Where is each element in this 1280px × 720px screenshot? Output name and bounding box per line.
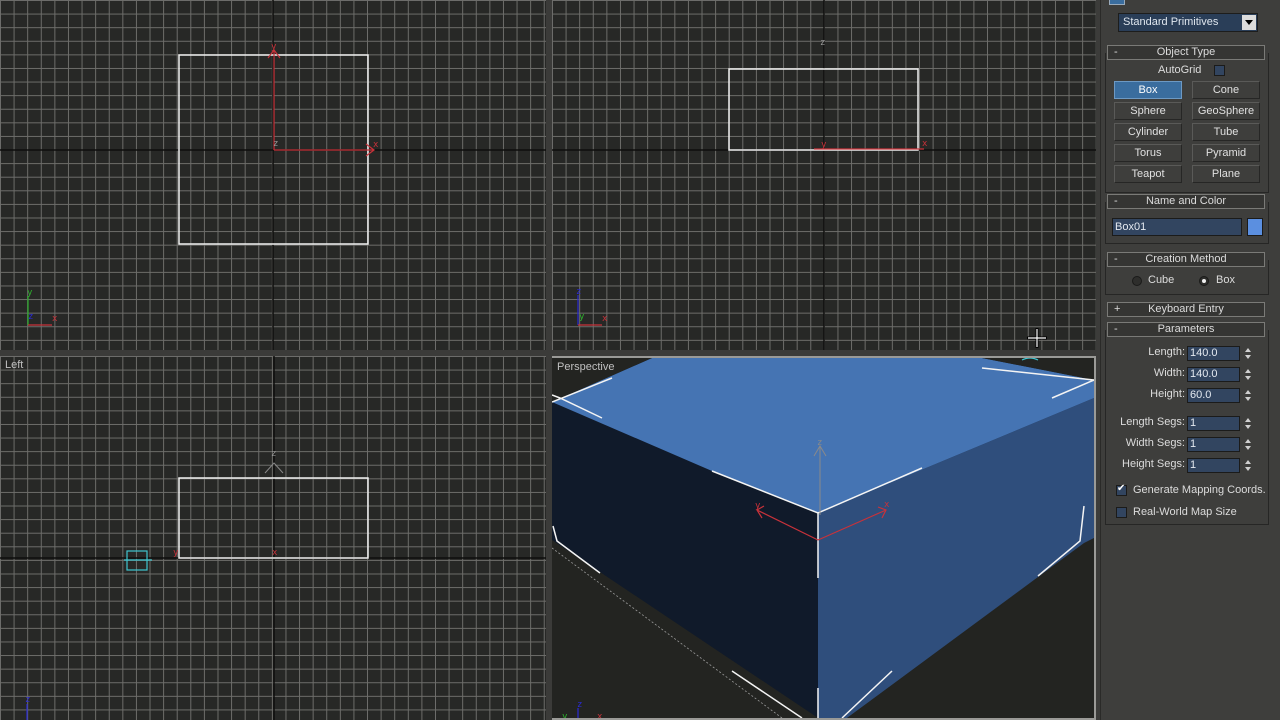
generate-mapping-coords-label: Generate Mapping Coords.	[1133, 484, 1266, 496]
pyramid-button[interactable]: Pyramid	[1192, 144, 1260, 162]
length-input[interactable]: 140.0	[1187, 346, 1240, 361]
width-label: Width:	[1153, 367, 1185, 379]
collapse-icon: -	[1114, 195, 1118, 207]
tripod-label-x: x	[597, 712, 603, 718]
transform-gizmo	[267, 49, 375, 157]
tripod-label-y: y	[579, 312, 585, 322]
width-spinner[interactable]	[1244, 367, 1252, 382]
collapse-icon: -	[1114, 46, 1118, 58]
viewport-label[interactable]: Left	[5, 359, 23, 371]
chevron-down-icon[interactable]	[1242, 15, 1256, 30]
command-panel: Standard Primitives - Object Type AutoGr…	[1100, 0, 1280, 720]
teapot-button[interactable]: Teapot	[1114, 165, 1182, 183]
tripod-label-z: z	[577, 700, 582, 710]
viewport-left[interactable]: z y x z Left	[0, 356, 546, 720]
tripod-label-z: z	[28, 312, 33, 322]
box-radio-label: Box	[1216, 274, 1235, 286]
autogrid-label: AutoGrid	[1158, 64, 1202, 76]
rollout-header-name-and-color[interactable]: - Name and Color	[1107, 194, 1265, 209]
tube-button[interactable]: Tube	[1192, 123, 1260, 141]
gizmo-label-y: y	[755, 501, 761, 511]
height-input[interactable]: 60.0	[1187, 388, 1240, 403]
rollout-header-object-type[interactable]: - Object Type	[1107, 45, 1265, 60]
gizmo-label-x: x	[922, 139, 928, 149]
height-segs-spinner[interactable]	[1244, 458, 1252, 473]
object-color-swatch[interactable]	[1247, 218, 1263, 236]
generate-mapping-coords-checkbox[interactable]	[1116, 483, 1127, 496]
height-spinner[interactable]	[1244, 388, 1252, 403]
gizmo-label-y: y	[821, 140, 827, 150]
length-segs-spinner[interactable]	[1244, 416, 1252, 431]
tripod-label-x: x	[602, 314, 608, 324]
width-segs-label: Width Segs:	[1125, 437, 1185, 449]
gizmo-label-z: z	[271, 449, 276, 459]
cylinder-button[interactable]: Cylinder	[1114, 123, 1182, 141]
length-spinner[interactable]	[1244, 346, 1252, 361]
height-label: Height:	[1150, 388, 1185, 400]
gizmo-label-y: y	[173, 548, 179, 558]
width-input[interactable]: 140.0	[1187, 367, 1240, 382]
viewport-divider-vertical[interactable]	[546, 0, 552, 720]
gizmo-label-x: x	[272, 548, 278, 558]
rollout-header-keyboard-entry[interactable]: + Keyboard Entry	[1107, 302, 1265, 317]
height-segs-input[interactable]: 1	[1187, 458, 1240, 473]
category-dropdown-value: Standard Primitives	[1123, 16, 1219, 28]
viewport-front[interactable]: z y x z x y	[552, 0, 1096, 350]
category-dropdown[interactable]: Standard Primitives	[1118, 13, 1258, 32]
cube-radio-label: Cube	[1148, 274, 1175, 286]
viewport-perspective[interactable]: z y x z y x Perspective	[550, 356, 1096, 720]
rollout-header-creation-method[interactable]: - Creation Method	[1107, 252, 1265, 267]
tripod-label-y: y	[27, 288, 33, 298]
viewport-label[interactable]: Perspective	[557, 361, 614, 373]
length-label: Length:	[1148, 346, 1185, 358]
viewport-front-overlay: z y x z x y	[552, 0, 1096, 350]
autogrid-checkbox[interactable]	[1214, 65, 1225, 76]
real-world-map-size-checkbox[interactable]	[1116, 507, 1127, 518]
height-segs-label: Height Segs:	[1122, 458, 1185, 470]
tripod-label-z: z	[576, 287, 581, 297]
torus-button[interactable]: Torus	[1114, 144, 1182, 162]
viewport-perspective-overlay: z y x z y x	[552, 358, 1094, 718]
real-world-map-size-label: Real-World Map Size	[1133, 506, 1237, 518]
collapse-icon: -	[1114, 253, 1118, 265]
tripod-label-z: z	[25, 695, 30, 705]
gizmo-label-y: y	[271, 42, 277, 52]
viewport-top[interactable]: y x z y x z	[0, 0, 546, 350]
rollout-header-parameters[interactable]: - Parameters	[1107, 322, 1265, 337]
length-segs-label: Length Segs:	[1120, 416, 1185, 428]
box-button[interactable]: Box	[1114, 81, 1182, 99]
cone-button[interactable]: Cone	[1192, 81, 1260, 99]
box-radio[interactable]	[1199, 276, 1209, 286]
viewport-left-overlay: z y x z	[0, 356, 546, 720]
viewport-top-overlay: y x z y x z	[0, 0, 546, 350]
cube-radio[interactable]	[1132, 276, 1142, 286]
gizmo-label-x: x	[884, 500, 890, 510]
object-name-input[interactable]: Box01	[1112, 218, 1242, 236]
expand-icon: +	[1114, 303, 1121, 315]
gizmo-label-x: x	[373, 140, 379, 150]
tripod-label-y: y	[562, 712, 568, 718]
plane-button[interactable]: Plane	[1192, 165, 1260, 183]
collapse-icon: -	[1114, 323, 1118, 335]
create-tab[interactable]	[1109, 0, 1125, 5]
crosshair-cursor-icon	[1027, 328, 1047, 348]
gizmo-label-z: z	[820, 38, 825, 48]
width-segs-input[interactable]: 1	[1187, 437, 1240, 452]
sphere-button[interactable]: Sphere	[1114, 102, 1182, 120]
selected-light-icon	[124, 550, 152, 571]
gizmo-label-z: z	[817, 438, 822, 448]
viewport-divider-horizontal[interactable]	[0, 350, 1096, 356]
gizmo-label-z: z	[273, 139, 278, 149]
width-segs-spinner[interactable]	[1244, 437, 1252, 452]
length-segs-input[interactable]: 1	[1187, 416, 1240, 431]
tripod-label-x: x	[52, 314, 58, 324]
geosphere-button[interactable]: GeoSphere	[1192, 102, 1260, 120]
